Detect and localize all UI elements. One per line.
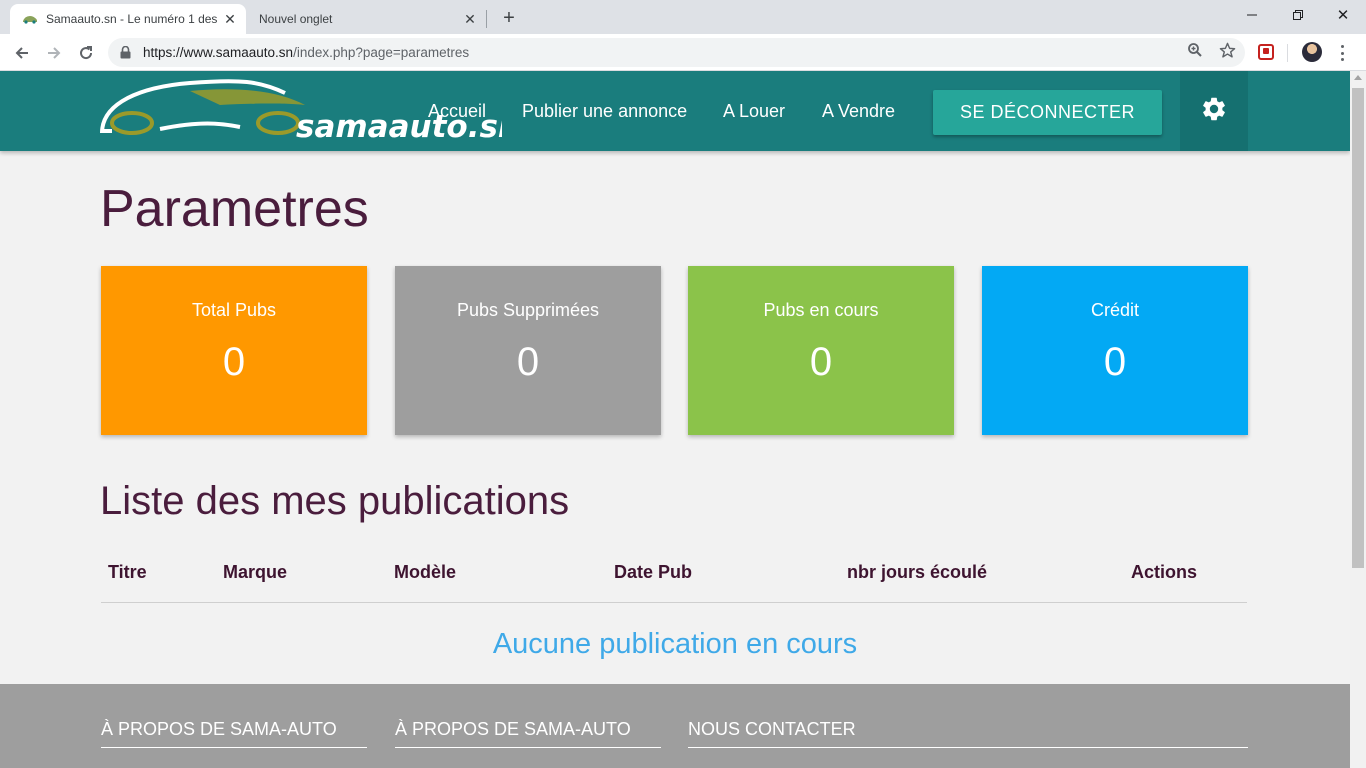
stat-card-active: Pubs en cours 0: [688, 266, 954, 435]
stat-label: Pubs Supprimées: [456, 300, 600, 320]
close-window-icon[interactable]: ✕: [1320, 0, 1366, 30]
stat-card-credit: Crédit 0: [982, 266, 1248, 435]
minimize-window-icon[interactable]: [1229, 0, 1275, 30]
column-header-modele: Modèle: [394, 562, 457, 582]
stat-card-deleted: Pubs Supprimées 0: [395, 266, 661, 435]
nav-link-vendre[interactable]: A Vendre: [822, 101, 895, 122]
forward-arrow-icon[interactable]: [40, 39, 68, 67]
gear-icon: [1200, 95, 1228, 128]
new-tab-icon[interactable]: +: [497, 6, 521, 30]
zoom-icon[interactable]: [1184, 39, 1206, 61]
nav-link-louer[interactable]: A Louer: [723, 101, 785, 122]
stat-label: Total Pubs: [191, 300, 277, 320]
scrollbar-thumb[interactable]: [1352, 88, 1364, 568]
settings-button[interactable]: [1180, 71, 1248, 151]
browser-tab-samaauto[interactable]: Samaauto.sn - Le numéro 1 des p ✕: [10, 4, 246, 34]
nav-link-accueil[interactable]: Accueil: [428, 101, 486, 122]
stat-value: 0: [516, 340, 540, 384]
browser-toolbar: https://www.samaauto.sn/index.php?page=p…: [0, 34, 1366, 71]
footer-divider: [395, 747, 661, 748]
table-divider: [101, 602, 1247, 603]
stat-value: 0: [222, 340, 246, 384]
page-viewport: samaauto.sn Accueil Publier une annonce …: [0, 71, 1350, 768]
site-navbar: samaauto.sn Accueil Publier une annonce …: [0, 71, 1350, 151]
url-path: /index.php?page=parametres: [293, 45, 470, 60]
lock-icon: [120, 46, 134, 59]
page-scrollbar[interactable]: [1350, 71, 1366, 768]
browser-menu-icon[interactable]: [1334, 43, 1350, 63]
close-tab-icon[interactable]: ✕: [458, 7, 482, 31]
page-title: Parametres: [100, 180, 369, 238]
column-header-titre: Titre: [108, 562, 147, 582]
stat-value: 0: [809, 340, 833, 384]
column-header-actions: Actions: [1131, 562, 1198, 582]
browser-tab-strip: Samaauto.sn - Le numéro 1 des p ✕ Nouvel…: [0, 0, 1366, 34]
stat-card-total: Total Pubs 0: [101, 266, 367, 435]
logout-button[interactable]: SE DÉCONNECTER: [933, 90, 1162, 135]
footer-heading-contact: NOUS CONTACTER: [688, 719, 856, 739]
stat-value: 0: [1103, 340, 1127, 384]
column-header-date-pub: Date Pub: [614, 562, 693, 582]
extension-icon[interactable]: [1258, 44, 1274, 60]
toolbar-divider: [1287, 44, 1288, 62]
publications-title: Liste des mes publications: [100, 479, 570, 523]
restore-window-icon[interactable]: [1275, 0, 1321, 30]
column-header-jours: nbr jours écoulé: [847, 562, 988, 582]
nav-link-publier[interactable]: Publier une annonce: [522, 101, 687, 122]
tab-separator: [486, 10, 487, 28]
reload-icon[interactable]: [72, 39, 100, 67]
close-tab-icon[interactable]: ✕: [218, 7, 242, 31]
footer-heading-about: À PROPOS DE SAMA-AUTO: [101, 719, 337, 739]
url-host: https://www.samaauto.sn: [143, 45, 294, 60]
scroll-up-arrow-icon[interactable]: [1354, 75, 1362, 80]
tab-title: Nouvel onglet: [259, 12, 333, 26]
footer-heading-about-2: À PROPOS DE SAMA-AUTO: [395, 719, 631, 739]
site-footer: À PROPOS DE SAMA-AUTO À PROPOS DE SAMA-A…: [0, 684, 1350, 768]
footer-divider: [101, 747, 367, 748]
empty-publications-message: Aucune publication en cours: [492, 628, 858, 660]
bookmark-star-icon[interactable]: [1216, 39, 1238, 61]
stat-label: Crédit: [1090, 300, 1139, 320]
stat-label: Pubs en cours: [763, 300, 879, 320]
car-favicon-icon: [22, 11, 38, 27]
tab-title: Samaauto.sn - Le numéro 1 des p: [46, 12, 218, 26]
browser-tab-new[interactable]: Nouvel onglet ✕: [246, 4, 486, 34]
back-arrow-icon[interactable]: [8, 39, 36, 67]
column-header-marque: Marque: [223, 562, 288, 582]
footer-divider: [688, 747, 1248, 748]
address-bar[interactable]: https://www.samaauto.sn/index.php?page=p…: [108, 38, 1245, 67]
profile-avatar[interactable]: [1302, 42, 1322, 62]
